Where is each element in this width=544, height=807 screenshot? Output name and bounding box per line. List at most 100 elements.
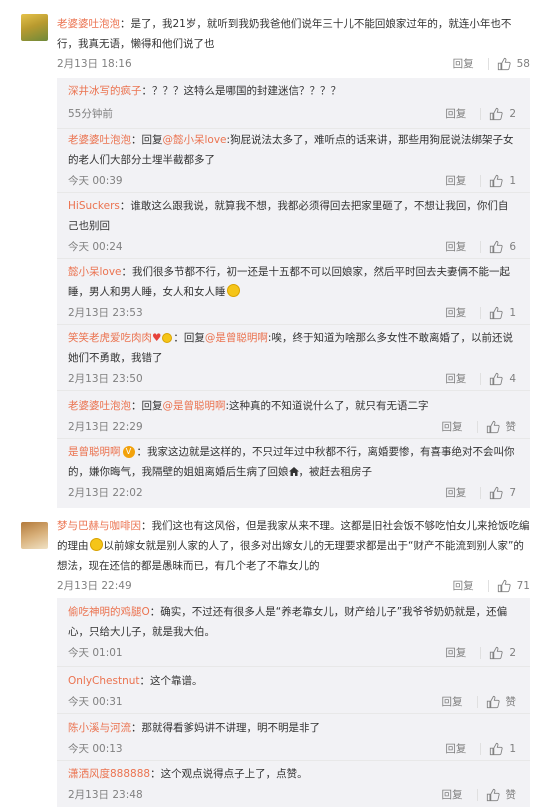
- reply-button[interactable]: 回复: [445, 739, 466, 759]
- reply-button[interactable]: 回复: [453, 576, 474, 596]
- thumbs-up-icon: [490, 646, 503, 660]
- timestamp: 2月13日 23:50: [68, 373, 143, 385]
- reply-item: 陈小溪与河流：那就得看爹妈讲不讲理，明不明是非了 今天 00:13 回复 1: [57, 718, 530, 759]
- comment-body: 梦与巴赫与咖啡因：我们这也有这风俗，但是我家从来不理。这都是旧社会饭不够吃怕女儿…: [57, 520, 530, 572]
- emoji-icon: [162, 333, 173, 343]
- reply-button[interactable]: 回复: [445, 643, 466, 663]
- reply-button[interactable]: 回复: [445, 483, 466, 503]
- username[interactable]: OnlyChestnut: [68, 675, 140, 687]
- username[interactable]: 懿小呆love: [68, 266, 122, 278]
- username[interactable]: 偷吃神明的鸡腿O: [68, 606, 150, 618]
- username[interactable]: 梦与巴赫与咖啡因: [57, 520, 141, 532]
- like-count: 6: [509, 241, 516, 253]
- username[interactable]: 是曾聪明啊: [68, 446, 121, 458]
- reply-item: 潇洒风度888888：这个观点说得点子上了，点赞。 2月13日 23:48 回复…: [57, 764, 530, 805]
- avatar[interactable]: [21, 522, 48, 549]
- reply-button[interactable]: 回复: [445, 303, 466, 323]
- reply-button[interactable]: 回复: [445, 369, 466, 389]
- house-icon: [288, 467, 299, 476]
- main-comment: 梦与巴赫与咖啡因：我们这也有这风俗，但是我家从来不理。这都是旧社会饭不够吃怕女儿…: [0, 516, 544, 596]
- like-button[interactable]: 赞: [486, 417, 517, 437]
- mention-link[interactable]: @是曾聪明啊: [205, 332, 268, 344]
- reply-button[interactable]: 回复: [445, 171, 466, 191]
- like-button[interactable]: 1: [489, 739, 516, 759]
- thumbs-up-icon: [486, 420, 500, 434]
- reply-button[interactable]: 回复: [445, 104, 466, 124]
- like-button[interactable]: 7: [489, 483, 516, 503]
- thumbs-up-icon: [490, 306, 503, 320]
- reply-item: 懿小呆love：我们很多节都不行，初一还是十五都不可以回娘家，然后平时回去夫妻俩…: [57, 262, 530, 323]
- username[interactable]: 笑笑老虎爱吃肉肉: [68, 332, 152, 344]
- reply-item: 老婆婆吐泡泡：回复@懿小呆love:狗屁说法太多了，难听点的话来讲，那些用狗屁说…: [57, 130, 530, 191]
- reply-button[interactable]: 回复: [445, 237, 466, 257]
- reply-button[interactable]: 回复: [442, 692, 463, 712]
- thumbs-up-icon: [490, 174, 503, 188]
- like-button[interactable]: 2: [489, 104, 516, 124]
- thumbs-up-icon: [486, 788, 500, 802]
- timestamp: 今天 00:13: [68, 743, 123, 755]
- timestamp: 今天 00:24: [68, 241, 123, 253]
- heart-icon: ♥: [152, 332, 162, 344]
- divider: [487, 58, 489, 70]
- timestamp: 55分钟前: [68, 108, 113, 120]
- username[interactable]: 陈小溪与河流: [68, 722, 131, 734]
- reply-item: OnlyChestnut：这个靠谱。 今天 00:31 回复赞: [57, 671, 530, 712]
- comment-thread: 梦与巴赫与咖啡因：我们这也有这风俗，但是我家从来不理。这都是旧社会饭不够吃怕女儿…: [0, 516, 544, 596]
- thumbs-up-icon: [497, 579, 511, 593]
- timestamp: 2月13日 23:48: [68, 789, 143, 801]
- username[interactable]: 老婆婆吐泡泡: [57, 18, 120, 30]
- reply-item: 偷吃神明的鸡腿O：确实，不过还有很多人是“养老靠女儿，财产给儿子”我爷爷奶奶就是…: [57, 602, 530, 663]
- timestamp: 今天 00:39: [68, 175, 123, 187]
- username[interactable]: 深井冰写的疯子: [68, 85, 142, 97]
- thumbs-up-icon: [486, 695, 500, 709]
- reply-item: 笑笑老虎爱吃肉肉♥ ：回复@是曾聪明啊:唉，终于知道为啥那么多女性不敢离婚了，以前…: [57, 328, 530, 389]
- reply-item: 老婆婆吐泡泡：回复@是曾聪明啊:这种真的不知道说什么了，就只有无语二字 2月13…: [57, 396, 530, 437]
- comment-thread: 老婆婆吐泡泡：是了，我21岁，就听到我奶我爸他们说年三十儿不能回娘家过年的，就连…: [0, 14, 544, 74]
- username[interactable]: 潇洒风度888888: [68, 768, 150, 780]
- like-button[interactable]: 58: [497, 54, 530, 74]
- like-button[interactable]: 1: [489, 303, 516, 323]
- thumbs-up-icon: [490, 742, 503, 756]
- like-count: 58: [516, 58, 530, 70]
- like-count: 1: [509, 175, 516, 187]
- timestamp: 2月13日 22:49: [57, 580, 132, 592]
- weibo-comments: 老婆婆吐泡泡：是了，我21岁，就听到我奶我爸他们说年三十儿不能回娘家过年的，就连…: [0, 0, 544, 807]
- like-count: 赞: [505, 789, 517, 801]
- username[interactable]: HiSuckers: [68, 200, 120, 212]
- thumbs-up-icon: [490, 486, 503, 500]
- thumbs-up-icon: [490, 240, 503, 254]
- reply-list: 偷吃神明的鸡腿O：确实，不过还有很多人是“养老靠女儿，财产给儿子”我爷爷奶奶就是…: [57, 598, 530, 807]
- like-count: 1: [509, 307, 516, 319]
- like-count: 2: [509, 647, 516, 659]
- timestamp: 2月13日 18:16: [57, 58, 132, 70]
- like-count: 赞: [505, 421, 517, 433]
- timestamp: 2月13日 22:29: [68, 421, 143, 433]
- like-button[interactable]: 2: [489, 643, 516, 663]
- like-button[interactable]: 6: [489, 237, 516, 257]
- emoji-icon: [89, 538, 103, 551]
- username[interactable]: 老婆婆吐泡泡: [68, 134, 131, 146]
- like-count: 赞: [505, 696, 517, 708]
- v-badge-icon: V: [122, 446, 135, 458]
- reply-button[interactable]: 回复: [453, 54, 474, 74]
- like-button[interactable]: 1: [489, 171, 516, 191]
- comment-meta: 2月13日 18:16 回复 58: [57, 54, 530, 74]
- mention-link[interactable]: @懿小呆love: [163, 134, 227, 146]
- like-button[interactable]: 赞: [486, 785, 517, 805]
- like-button[interactable]: 71: [497, 576, 530, 596]
- reply-item: 深井冰写的疯子：？？？这特么是哪国的封建迷信？？？？ 55分钟前 回复 2: [57, 81, 530, 124]
- like-count: 2: [509, 108, 516, 120]
- reply-item: HiSuckers：谁敢这么跟我说，就算我不想，我都必须得回去把家里砸了，不想让…: [57, 196, 530, 257]
- username[interactable]: 老婆婆吐泡泡: [68, 400, 131, 412]
- like-button[interactable]: 赞: [486, 692, 517, 712]
- reply-item: 是曾聪明啊 V ：我家这边就是这样的，不只过年过中秋都不行，离婚要惨，有喜事绝对不会…: [57, 442, 530, 503]
- like-button[interactable]: 4: [489, 369, 516, 389]
- mention-link[interactable]: @是曾聪明啊: [163, 400, 226, 412]
- thumbs-up-icon: [497, 57, 511, 71]
- like-count: 71: [516, 580, 530, 592]
- reply-button[interactable]: 回复: [442, 785, 463, 805]
- reply-button[interactable]: 回复: [442, 417, 463, 437]
- avatar[interactable]: [21, 14, 48, 41]
- timestamp: 今天 00:31: [68, 696, 123, 708]
- timestamp: 2月13日 23:53: [68, 307, 143, 319]
